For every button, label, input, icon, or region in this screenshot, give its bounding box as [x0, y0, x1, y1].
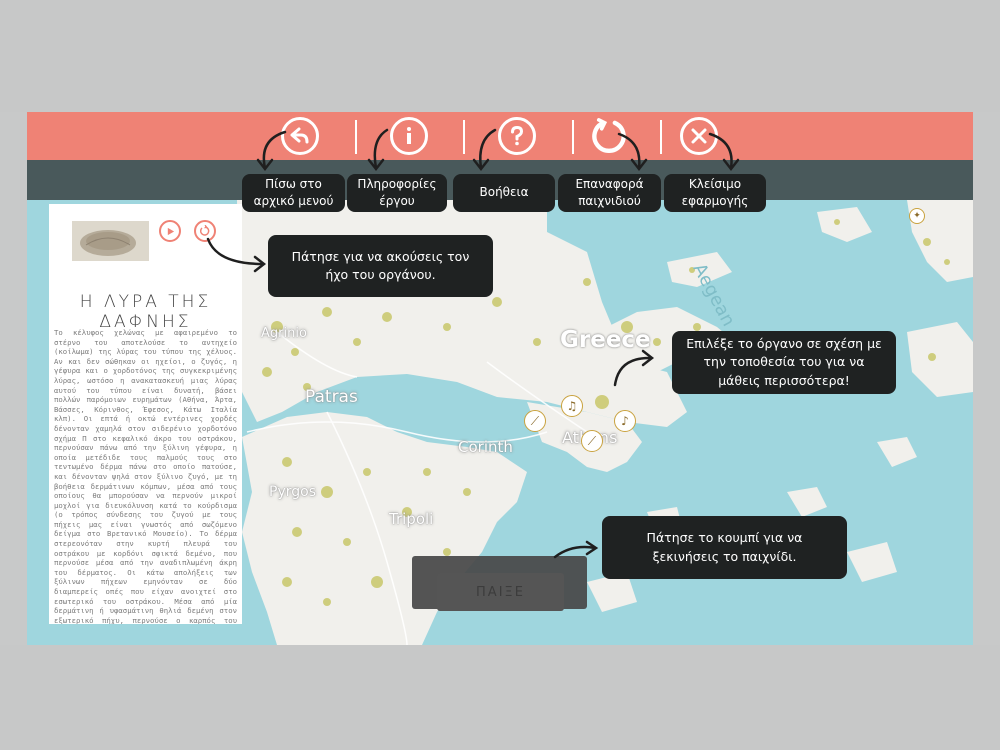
toolbar-divider: [660, 120, 662, 154]
map-label-patras: Patras: [305, 387, 358, 407]
tooltip-help: Βοήθεια: [453, 174, 555, 212]
map-label-pyrgos: Pyrgos: [269, 484, 316, 500]
app-window: Greece Aegean Agrinio Patras Corinth Ath…: [27, 112, 973, 645]
instrument-marker-3[interactable]: ⟋: [581, 430, 603, 452]
instrument-info-panel: Η ΛΥΡΑ ΤΗΣ ΔΑΦΝΗΣ Το κέλυφος χελώνας με …: [49, 204, 242, 624]
instrument-thumbnail: [72, 221, 149, 261]
map-label-agrinio: Agrinio: [261, 326, 307, 341]
tooltip-close: Κλείσιμο εφαρμογής: [664, 174, 766, 212]
toolbar-divider: [572, 120, 574, 154]
outer-frame-bottom: [0, 645, 1000, 750]
play-button[interactable]: ΠΑΙΞΕ: [437, 573, 564, 611]
tooltip-sound: Πάτησε για να ακούσεις τον ήχο του οργάν…: [268, 235, 493, 297]
reset-button[interactable]: [590, 117, 628, 155]
toolbar-divider: [355, 120, 357, 154]
lightbulb-icon[interactable]: ✦: [909, 208, 925, 224]
help-button[interactable]: [498, 117, 536, 155]
close-app-button[interactable]: [680, 117, 718, 155]
instrument-marker-4[interactable]: ♪: [614, 410, 636, 432]
tooltip-play: Πάτησε το κουμπί για να ξεκινήσεις το πα…: [602, 516, 847, 579]
question-icon: [511, 125, 524, 146]
replay-sound-button[interactable]: [194, 220, 216, 242]
instrument-description: Το κέλυφος χελώνας με αφαιρεμένο το στέρ…: [54, 328, 237, 624]
top-toolbar: [27, 112, 973, 160]
info-icon: [407, 127, 411, 144]
instrument-title: Η ΛΥΡΑ ΤΗΣ ΔΑΦΝΗΣ: [79, 292, 212, 332]
play-sound-button[interactable]: [159, 220, 181, 242]
map-label-greece: Greece: [560, 327, 651, 353]
back-button[interactable]: [281, 117, 319, 155]
replay-icon: [199, 225, 210, 236]
instrument-marker-1[interactable]: ⟋: [524, 410, 546, 432]
toolbar-divider: [463, 120, 465, 154]
tooltip-reset: Επαναφορά παιχνιδιού: [558, 174, 661, 212]
map-label-corinth: Corinth: [458, 438, 513, 456]
info-button[interactable]: [390, 117, 428, 155]
map-label-tripoli: Tripoli: [389, 510, 434, 528]
tooltip-back: Πίσω στο αρχικό μενού: [242, 174, 345, 212]
tooltip-instrument: Επιλέξε το όργανο σε σχέση με την τοποθε…: [672, 331, 896, 394]
reload-icon: [592, 118, 626, 154]
close-icon: [691, 128, 707, 144]
outer-frame-top: [0, 0, 1000, 112]
tooltip-info: Πληροφορίες έργου: [347, 174, 447, 212]
play-icon: [167, 227, 174, 235]
back-arrow-icon: [290, 127, 309, 144]
instrument-marker-2[interactable]: ♫: [561, 395, 583, 417]
